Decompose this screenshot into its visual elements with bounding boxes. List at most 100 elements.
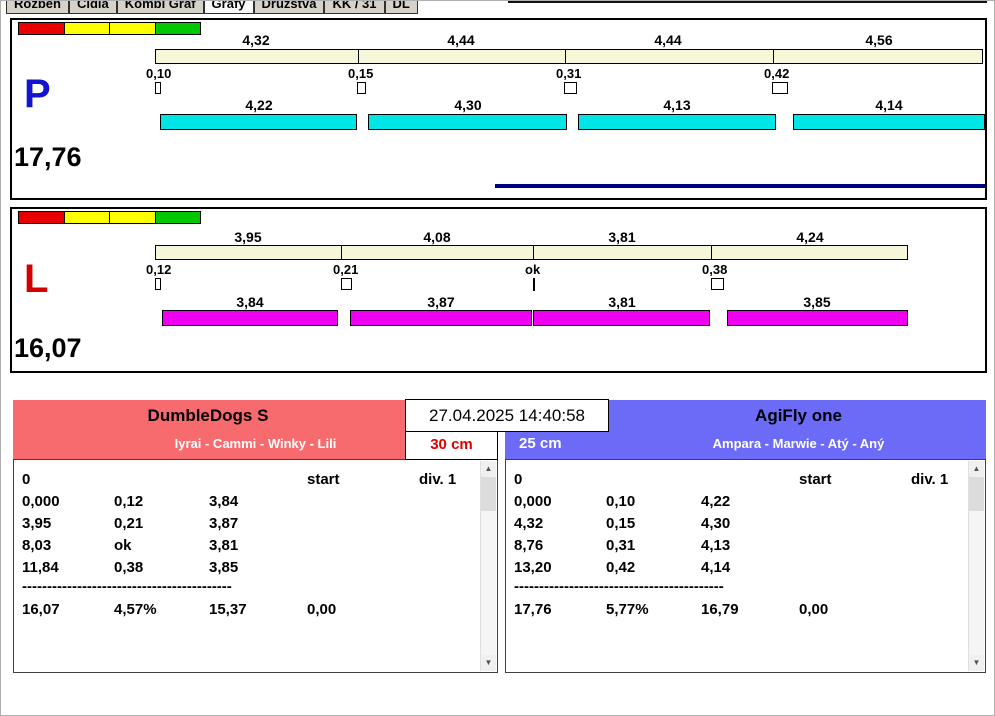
table-row: 0,000 0,10 4,22 <box>514 491 967 513</box>
split-time-label: 3,81 <box>608 229 636 245</box>
cell <box>419 557 479 579</box>
lane-l-letter: L <box>24 257 49 301</box>
cell: 0,42 <box>606 559 636 576</box>
traffic-red-cell <box>19 212 65 223</box>
cell <box>911 513 967 535</box>
team-left-jump-height: 30 cm <box>405 432 498 460</box>
tab-cidla[interactable]: Čidla <box>68 1 117 14</box>
table-row: 3,95 0,21 3,87 <box>22 513 479 535</box>
dog-time-label: 3,85 <box>803 294 831 310</box>
traffic-yellow-cell-2 <box>110 212 156 223</box>
cell: 3,95 <box>22 515 52 532</box>
tab-druzstva[interactable]: Družstva <box>253 1 325 14</box>
cell: 0,000 <box>514 493 552 510</box>
cell <box>307 513 419 535</box>
table-scrollbar[interactable]: ▲ ▼ <box>968 461 984 671</box>
cell: 0,21 <box>114 515 144 532</box>
traffic-yellow-cell-2 <box>110 23 156 34</box>
cell <box>419 491 479 513</box>
split-time-label: 3,95 <box>234 229 262 245</box>
cell: 16,07 <box>22 601 60 618</box>
lane-p-total-time: 17,76 <box>14 142 82 172</box>
cell: ok <box>114 537 132 554</box>
traffic-light-strip <box>18 22 201 35</box>
table-row: 13,20 0,42 4,14 <box>514 557 967 579</box>
reaction-marker <box>772 82 788 94</box>
split-scale-bar <box>155 49 983 64</box>
dog-run-bar <box>727 310 908 326</box>
table-totals-row: 17,76 5,77% 16,79 0,00 <box>514 599 967 621</box>
team-right-jump-height: 25 cm <box>519 435 562 452</box>
cell: 0,12 <box>114 493 144 510</box>
cell <box>419 535 479 557</box>
scrollbar-thumb[interactable] <box>481 477 496 511</box>
cell <box>419 513 479 535</box>
cell <box>799 557 911 579</box>
cell <box>911 557 967 579</box>
scale-tick <box>565 50 566 63</box>
cell: 3,85 <box>209 559 239 576</box>
cell: 4,13 <box>701 537 731 554</box>
cell: 0,00 <box>799 601 829 618</box>
scroll-down-icon[interactable]: ▼ <box>481 655 496 671</box>
cell: 0,38 <box>114 559 144 576</box>
split-time-label: 4,44 <box>447 32 475 48</box>
cell: 4,57% <box>114 601 157 618</box>
team-right-table: 0 start div. 1 0,000 0,10 4,22 4,32 0,15… <box>505 459 986 673</box>
tab-kk31[interactable]: KK / 31 <box>324 1 385 14</box>
scroll-up-icon[interactable]: ▲ <box>481 461 496 477</box>
lane-l-panel: L 16,07 3,95 4,08 3,81 4,24 0,12 0,21 ok… <box>10 207 987 373</box>
table-separator: ----------------------------------------… <box>514 579 724 595</box>
scroll-up-icon[interactable]: ▲ <box>969 461 984 477</box>
scroll-down-icon[interactable]: ▼ <box>969 655 984 671</box>
tab-bar: Rozběh Čidla Kombi Graf Grafy Družstva K… <box>6 1 418 14</box>
dog-time-label: 3,87 <box>427 294 455 310</box>
top-edge-line <box>508 1 987 3</box>
cell: 17,76 <box>514 601 552 618</box>
traffic-green-cell <box>155 212 200 223</box>
reaction-marker <box>341 278 352 290</box>
reaction-time-label: 0,10 <box>146 66 172 81</box>
cell <box>701 469 799 491</box>
cell: div. 1 <box>911 471 949 488</box>
tab-kombi-graf[interactable]: Kombi Graf <box>116 1 204 14</box>
cell <box>307 557 419 579</box>
traffic-red-cell <box>19 23 65 34</box>
scale-tick <box>533 246 534 259</box>
scale-tick <box>358 50 359 63</box>
table-totals-row: 16,07 4,57% 15,37 0,00 <box>22 599 479 621</box>
tab-rozbeh[interactable]: Rozběh <box>6 1 69 14</box>
dog-time-label: 4,13 <box>663 97 691 113</box>
cell: div. 1 <box>419 471 457 488</box>
split-time-label: 4,44 <box>654 32 682 48</box>
scale-tick <box>711 246 712 259</box>
cell: 15,37 <box>209 601 247 618</box>
lane-l-total-time: 16,07 <box>14 333 82 363</box>
cell <box>307 491 419 513</box>
dog-time-label: 3,81 <box>608 294 636 310</box>
table-scrollbar[interactable]: ▲ ▼ <box>480 461 496 671</box>
dog-time-label: 4,22 <box>245 97 273 113</box>
tab-dl[interactable]: DL <box>384 1 418 14</box>
team-left-table: 0 start div. 1 0,000 0,12 3,84 3,95 0,21… <box>13 459 498 673</box>
split-time-label: 4,24 <box>796 229 824 245</box>
tab-grafy[interactable]: Grafy <box>203 1 254 14</box>
reaction-time-label: 0,38 <box>702 262 728 277</box>
cell: start <box>799 471 832 488</box>
lane-p-panel: P 17,76 4,32 4,44 4,44 4,56 0,10 0,15 0,… <box>10 18 987 200</box>
table-row: 11,84 0,38 3,85 <box>22 557 479 579</box>
dog-time-label: 3,84 <box>236 294 264 310</box>
table-row: 8,76 0,31 4,13 <box>514 535 967 557</box>
cell: 0,31 <box>606 537 636 554</box>
dog-run-bar <box>368 114 567 130</box>
table-row: 8,03 ok 3,81 <box>22 535 479 557</box>
cell: 0,10 <box>606 493 636 510</box>
cell <box>799 535 911 557</box>
scrollbar-thumb[interactable] <box>969 477 984 511</box>
lane-p-letter: P <box>24 72 51 116</box>
cell <box>911 599 967 621</box>
dog-run-bar <box>160 114 357 130</box>
reaction-time-label: ok <box>525 262 541 277</box>
split-time-label: 4,56 <box>865 32 893 48</box>
reaction-time-label: 0,31 <box>556 66 582 81</box>
